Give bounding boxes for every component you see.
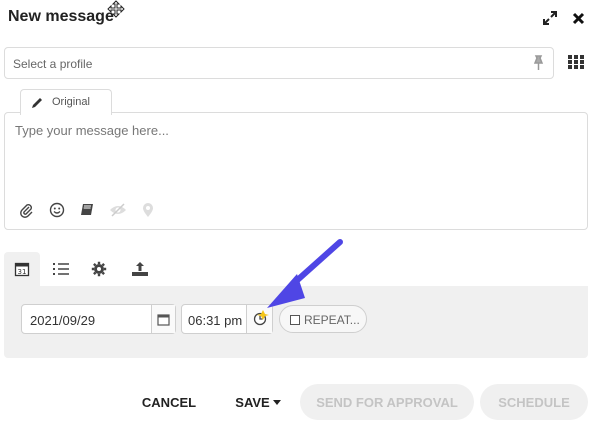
schedule-button[interactable]: SCHEDULE: [480, 384, 588, 420]
location-icon[interactable]: [139, 201, 157, 219]
pencil-icon: [32, 98, 42, 108]
profile-select[interactable]: Select a profile: [4, 47, 554, 79]
tab-original-label: Original: [52, 96, 90, 108]
profile-placeholder: Select a profile: [13, 57, 93, 71]
pin-icon[interactable]: [529, 54, 547, 72]
tab-original[interactable]: Original: [20, 89, 112, 115]
list-icon: [53, 263, 69, 275]
move-cursor-icon: [107, 0, 125, 18]
cancel-button[interactable]: CANCEL: [136, 384, 202, 420]
paperclip-icon[interactable]: [17, 201, 35, 219]
message-input[interactable]: Type your message here...: [4, 112, 588, 230]
send-for-approval-button[interactable]: SEND FOR APPROVAL: [300, 384, 474, 420]
tab-settings[interactable]: [81, 252, 117, 286]
upload-icon: [132, 262, 148, 276]
time-value: 06:31 pm: [188, 313, 243, 328]
tab-upload[interactable]: [122, 252, 158, 286]
gear-icon: [91, 261, 107, 277]
emoji-icon[interactable]: [48, 201, 66, 219]
save-label: SAVE: [235, 394, 270, 410]
grid-icon[interactable]: [567, 54, 585, 70]
tab-calendar[interactable]: 31: [4, 252, 40, 286]
save-button[interactable]: SAVE: [230, 384, 286, 420]
expand-icon[interactable]: [542, 10, 558, 26]
book-icon[interactable]: [78, 201, 96, 219]
dialog-title: New message: [8, 8, 114, 25]
calendar-icon: [157, 313, 170, 326]
caret-down-icon: [272, 399, 281, 405]
cancel-label: CANCEL: [141, 394, 197, 410]
eye-slash-icon[interactable]: [109, 201, 127, 219]
annotation-arrow: [257, 239, 343, 320]
date-input[interactable]: 2021/09/29: [21, 304, 176, 334]
calendar-picker-button[interactable]: [151, 305, 175, 333]
date-value: 2021/09/29: [30, 313, 96, 328]
svg-text:31: 31: [18, 268, 27, 276]
schedule-label: SCHEDULE: [498, 394, 570, 410]
close-icon[interactable]: [570, 10, 586, 26]
tab-list[interactable]: [43, 252, 79, 286]
send-for-approval-label: SEND FOR APPROVAL: [316, 394, 458, 410]
calendar-icon: 31: [14, 262, 30, 277]
message-placeholder: Type your message here...: [15, 123, 169, 138]
